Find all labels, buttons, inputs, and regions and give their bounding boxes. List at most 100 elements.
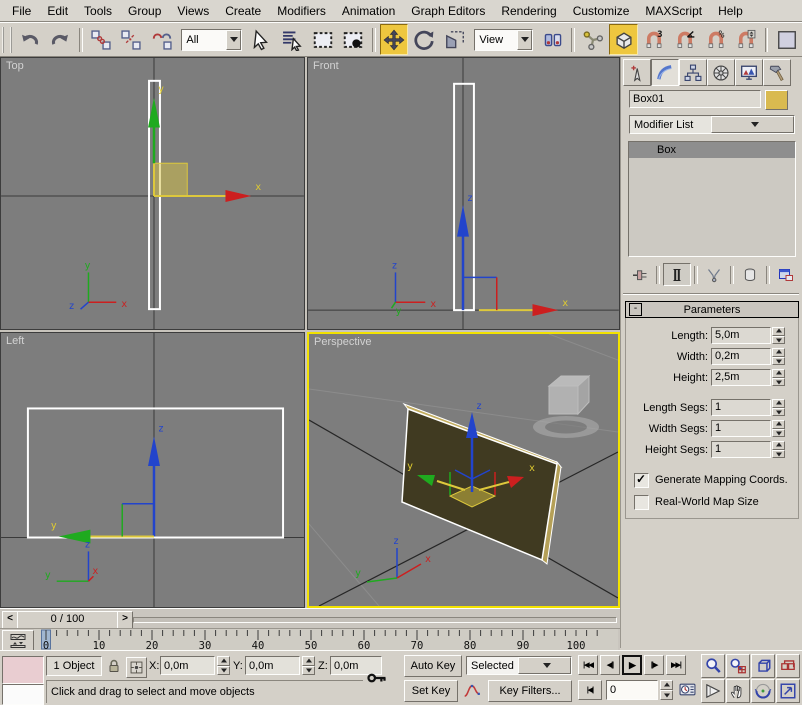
real-world-map-size-checkbox[interactable] (634, 495, 649, 510)
next-frame-button[interactable]: ||▶ (644, 655, 664, 675)
spinner-down-button[interactable] (772, 378, 785, 387)
selection-filter-dropdown[interactable]: All (181, 29, 242, 51)
modifier-list-dropdown[interactable]: Modifier List (629, 115, 795, 134)
go-to-end-button[interactable]: ▶▶| (666, 655, 686, 675)
menu-create[interactable]: Create (217, 1, 269, 21)
menu-help[interactable]: Help (710, 1, 751, 21)
menu-customize[interactable]: Customize (565, 1, 638, 21)
select-and-scale-button[interactable] (441, 24, 470, 55)
menu-modifiers[interactable]: Modifiers (269, 1, 334, 21)
pan-button[interactable] (726, 679, 750, 703)
perspective-viewport-canvas[interactable]: z x y z x y (309, 334, 618, 606)
x-coordinate-spinner[interactable] (217, 656, 230, 675)
width-spinner[interactable] (772, 348, 785, 365)
viewport-top[interactable]: y x y x z Top (0, 57, 305, 330)
spinner-down-button[interactable] (772, 450, 785, 459)
object-color-swatch[interactable] (765, 90, 788, 110)
time-slider-prev-button[interactable]: < (2, 611, 18, 629)
menu-group[interactable]: Group (120, 1, 169, 21)
spinner-up-button[interactable] (772, 420, 785, 429)
use-center-button[interactable] (538, 24, 567, 55)
spinner-down-button[interactable] (772, 336, 785, 345)
previous-frame-button[interactable]: ◀|| (600, 655, 620, 675)
track-bar-ruler[interactable]: 0102030405060708090100 (34, 629, 618, 651)
height-spinner[interactable] (772, 369, 785, 386)
parameters-rollout-header[interactable]: Parameters (625, 301, 799, 318)
tab-modify[interactable] (651, 59, 679, 86)
spinner-down-button[interactable] (217, 666, 230, 676)
spinner-up-button[interactable] (772, 348, 785, 357)
key-mode-toggle-button[interactable]: |◀| (578, 680, 602, 700)
chevron-down-icon[interactable] (711, 116, 794, 133)
reference-coordinate-system-dropdown[interactable]: View (474, 29, 533, 51)
transform-gizmo[interactable]: y x (148, 84, 261, 202)
x-coordinate-field[interactable]: 0,0m (160, 656, 215, 675)
zoom-extents-all-button[interactable] (776, 654, 800, 678)
tab-motion[interactable] (707, 59, 735, 86)
spinner-up-button[interactable] (302, 656, 315, 666)
rollout-collapse-button[interactable]: - (629, 303, 642, 316)
set-key-button[interactable]: Set Key (404, 680, 458, 702)
menu-views[interactable]: Views (169, 1, 217, 21)
menu-file[interactable]: File (4, 1, 39, 21)
tab-hierarchy[interactable] (679, 59, 707, 86)
default-in-out-tangents-button[interactable] (460, 680, 484, 702)
object-name-field[interactable]: Box01 (629, 90, 761, 108)
percent-snap-button[interactable]: % (701, 24, 730, 55)
chevron-down-icon[interactable] (518, 657, 571, 674)
height-field[interactable]: 2,5m (711, 369, 771, 386)
spinner-up-button[interactable] (660, 680, 673, 690)
maxscript-mini-listener[interactable] (2, 684, 44, 705)
menu-maxscript[interactable]: MAXScript (637, 1, 710, 21)
chevron-down-icon[interactable] (517, 30, 532, 50)
tab-display[interactable] (735, 59, 763, 86)
spinner-down-button[interactable] (772, 357, 785, 366)
select-by-name-button[interactable] (278, 24, 307, 55)
spinner-down-button[interactable] (772, 408, 785, 417)
key-filters-button[interactable]: Key Filters... (488, 680, 572, 702)
viewport-left[interactable]: z y z y x Left (0, 332, 305, 608)
length-segs-spinner[interactable] (772, 399, 785, 416)
current-frame-field[interactable]: 0 (606, 680, 658, 700)
height-segs-spinner[interactable] (772, 441, 785, 458)
width-field[interactable]: 0,2m (711, 348, 771, 365)
time-slider-track[interactable] (133, 617, 617, 623)
length-field[interactable]: 5,0m (711, 327, 771, 344)
snap-3-button[interactable]: 3 (640, 24, 669, 55)
menu-graph-editors[interactable]: Graph Editors (403, 1, 493, 21)
width-segs-spinner[interactable] (772, 420, 785, 437)
field-of-view-button[interactable] (701, 679, 725, 703)
configure-modifier-sets-button[interactable] (773, 264, 799, 285)
auto-key-button[interactable]: Auto Key (404, 655, 462, 677)
spinner-down-button[interactable] (772, 429, 785, 438)
play-button[interactable]: ▶ (622, 655, 642, 675)
zoom-all-button[interactable] (726, 654, 750, 678)
chevron-down-icon[interactable] (226, 30, 241, 50)
spinner-up-button[interactable] (772, 369, 785, 378)
time-slider-next-button[interactable]: > (117, 611, 133, 629)
modifier-stack[interactable]: Box (628, 141, 796, 257)
spinner-down-button[interactable] (302, 666, 315, 676)
maxscript-mini-listener-macro[interactable] (2, 656, 44, 684)
go-to-start-button[interactable]: |◀◀ (578, 655, 598, 675)
transform-gizmo[interactable]: z y (51, 423, 164, 543)
frame-spinner[interactable] (660, 680, 673, 700)
make-unique-button[interactable] (701, 264, 727, 285)
pin-stack-button[interactable] (627, 264, 653, 285)
spinner-up-button[interactable] (772, 327, 785, 336)
select-and-manipulate-button[interactable] (579, 24, 608, 55)
unlink-selection-button[interactable] (117, 24, 146, 55)
viewport-label[interactable]: Top (6, 60, 24, 72)
snaps-toggle-button[interactable] (609, 24, 638, 55)
spinner-down-button[interactable] (660, 690, 673, 700)
viewport-perspective[interactable]: z x y z x y Perspective (307, 332, 620, 608)
height-segs-field[interactable]: 1 (711, 441, 771, 458)
absolute-offset-mode-toggle[interactable] (126, 657, 147, 678)
select-and-link-button[interactable] (87, 24, 116, 55)
menu-animation[interactable]: Animation (334, 1, 403, 21)
select-and-move-button[interactable] (380, 24, 409, 55)
selection-lock-toggle[interactable] (106, 658, 123, 675)
modifier-stack-item-box[interactable]: Box (629, 142, 795, 158)
width-segs-field[interactable]: 1 (711, 420, 771, 437)
spinner-up-button[interactable] (772, 399, 785, 408)
